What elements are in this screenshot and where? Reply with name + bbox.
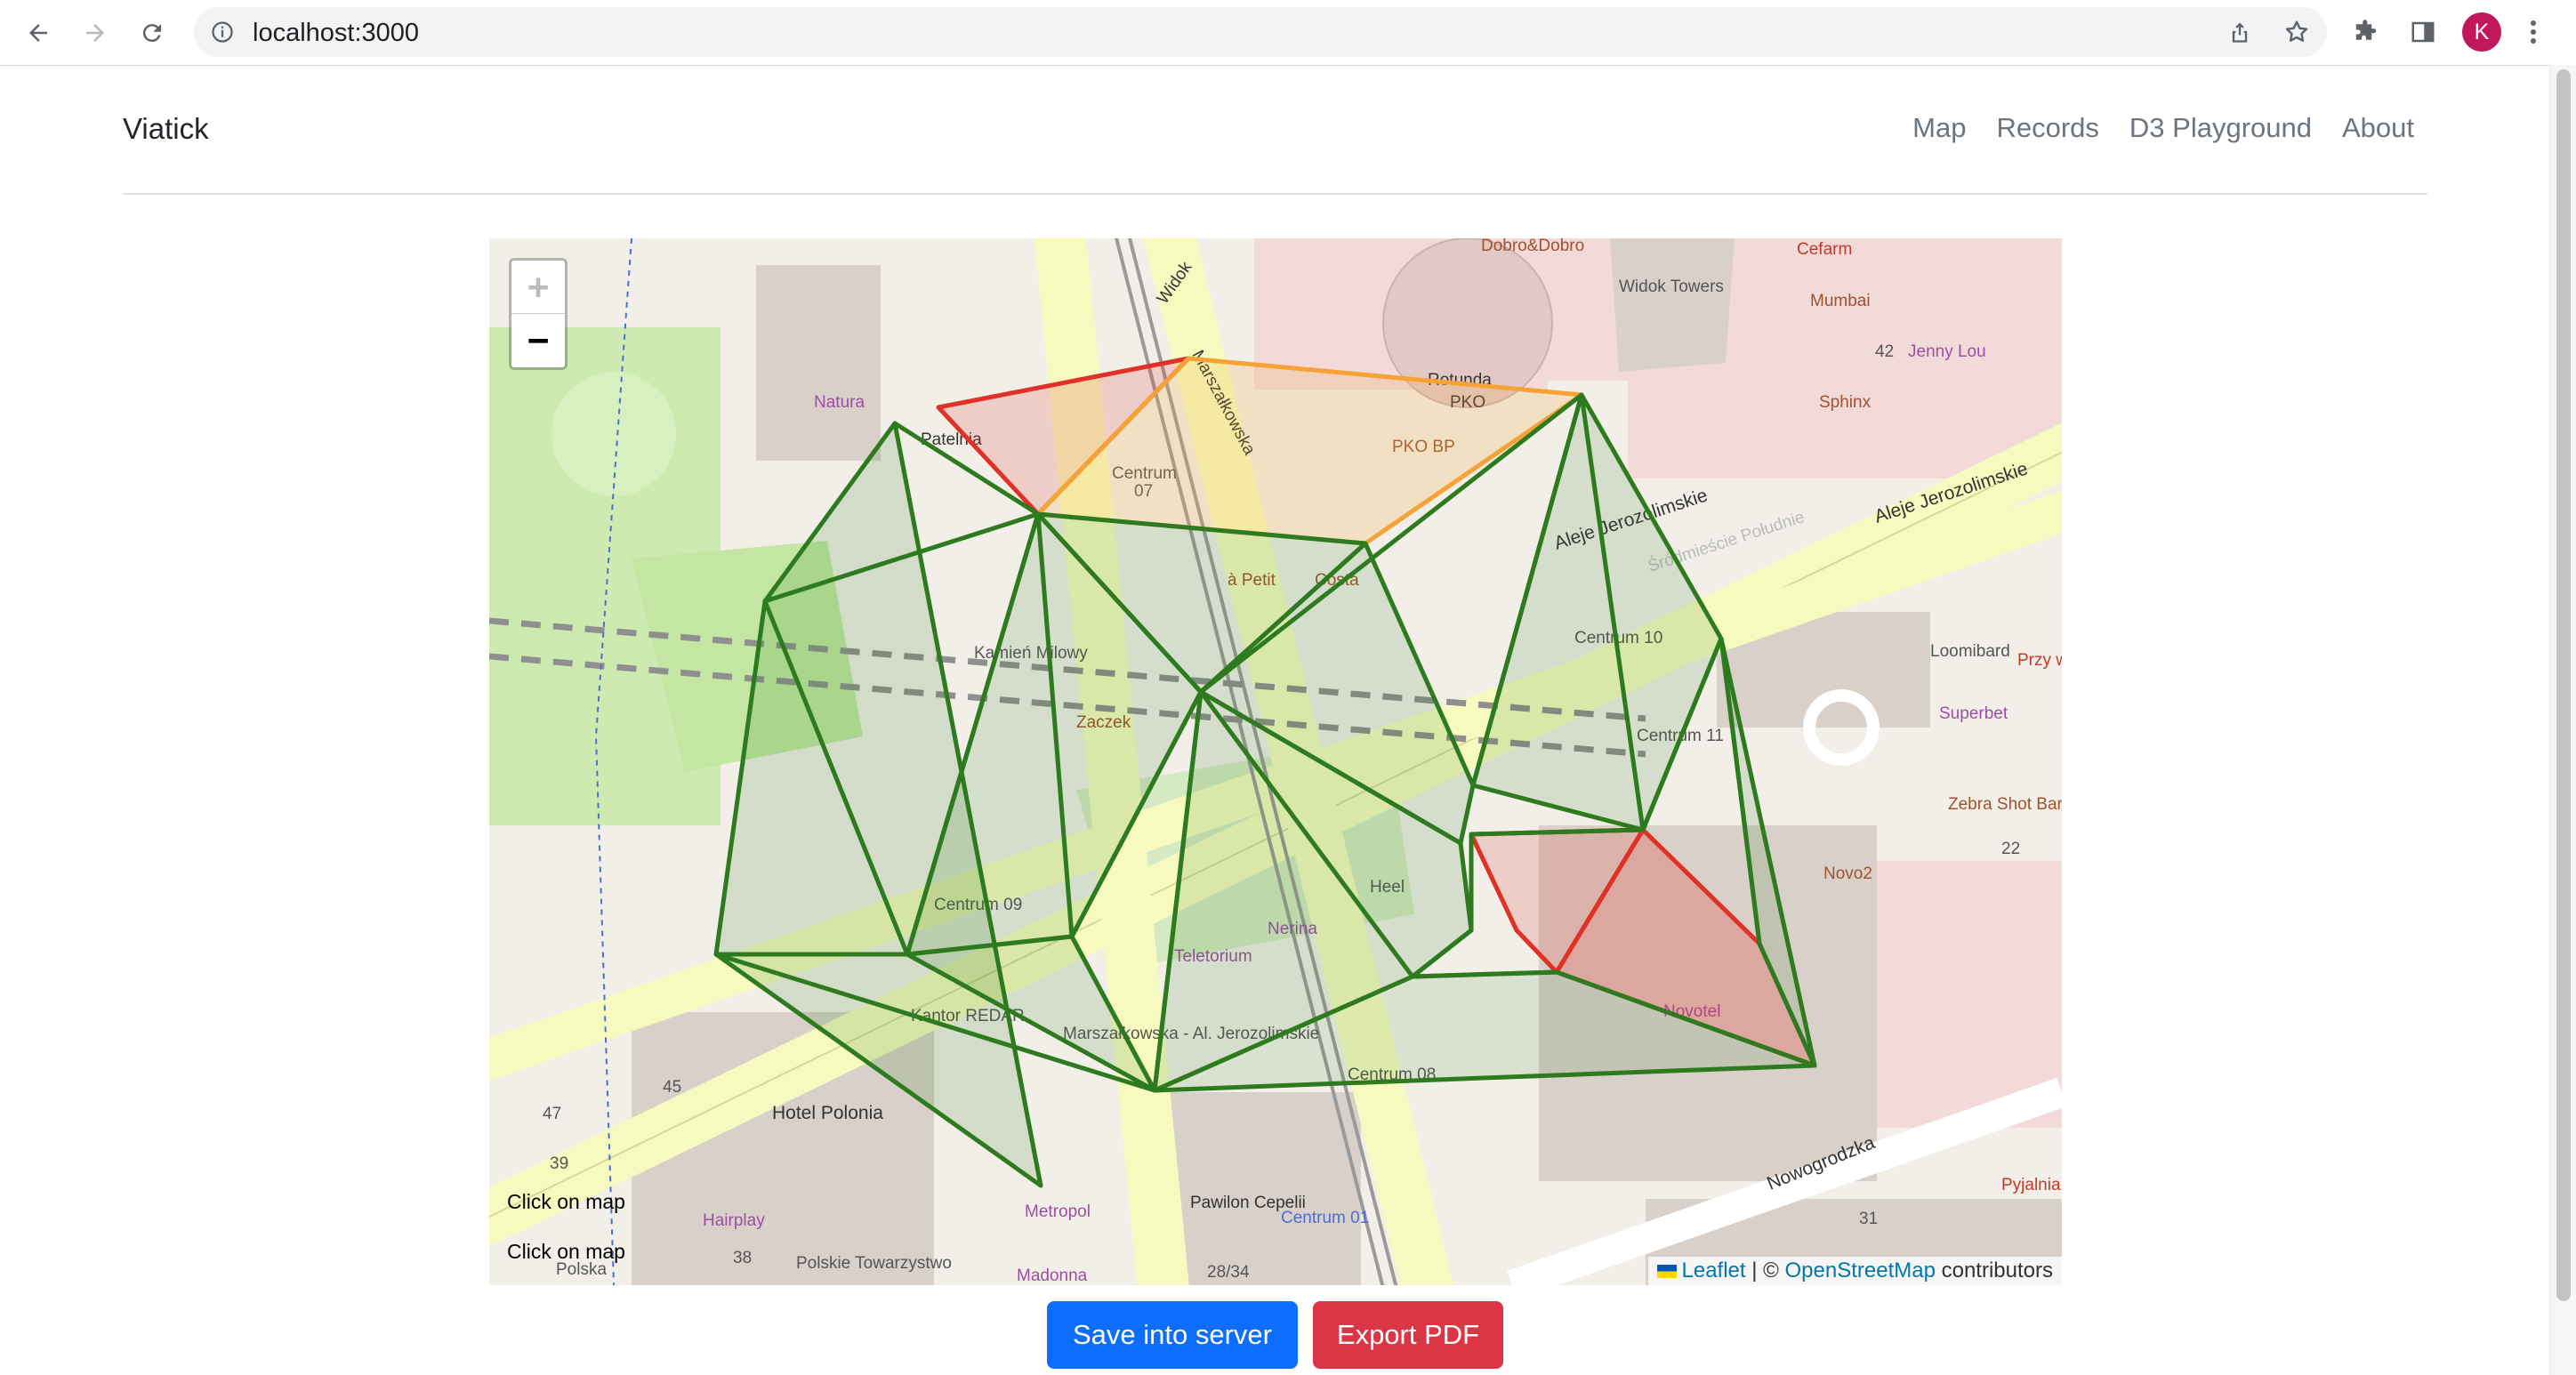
leaflet-map[interactable]: Dobro&Dobro Cefarm Mumbai Widok Towers W… [489, 238, 2062, 1285]
openstreetmap-link[interactable]: OpenStreetMap [1785, 1258, 1936, 1283]
url-text[interactable]: localhost:3000 [253, 19, 419, 48]
map-label: Pyjalnia Wódki i Piwa [2001, 1176, 2062, 1194]
zoom-in-button[interactable]: + [511, 261, 565, 314]
nav-link-d3-playground[interactable]: D3 Playground [2129, 112, 2312, 144]
map-label: 42 [1875, 342, 1894, 361]
map-label: Polskie Towarzystwo [796, 1254, 952, 1273]
kebab-menu-icon[interactable] [2521, 12, 2546, 52]
nav-link-about[interactable]: About [2342, 112, 2414, 144]
map-label: Madonna [1017, 1266, 1088, 1285]
map-click-note: Click on map [507, 1240, 625, 1263]
nav-link-map[interactable]: Map [1912, 112, 1966, 144]
nav-link-records[interactable]: Records [1996, 112, 2098, 144]
save-into-server-button[interactable]: Save into server [1047, 1301, 1298, 1369]
side-panel-icon[interactable] [2403, 12, 2443, 52]
brand-logo[interactable]: Viatick [123, 112, 209, 146]
map-click-note: Click on map [507, 1190, 625, 1213]
map-label: Natura [814, 393, 865, 412]
main-nav: Map Records D3 Playground About [1882, 112, 2414, 144]
map-building-natura [756, 265, 881, 461]
browser-toolbar: localhost:3000 K [0, 0, 2576, 66]
back-icon[interactable] [18, 12, 59, 53]
map-label: Superbet [1939, 704, 2008, 723]
page-scrollbar[interactable] [2549, 65, 2576, 1375]
map-label: Widok Towers [1619, 277, 1724, 296]
map-canvas[interactable]: Dobro&Dobro Cefarm Mumbai Widok Towers W… [489, 238, 2062, 1285]
map-label: Sphinx [1819, 393, 1872, 412]
map-label: Centrum 01 [1281, 1209, 1369, 1227]
map-label: Zebra Shot Bar [1948, 795, 2062, 814]
leaflet-link[interactable]: Leaflet [1682, 1258, 1746, 1283]
map-label: Jenny Lou [1908, 342, 1986, 361]
scrollbar-thumb[interactable] [2556, 69, 2571, 1301]
map-label: Dobro&Dobro [1481, 238, 1584, 255]
map-label: 45 [663, 1078, 681, 1097]
map-label: Novo2 [1823, 864, 1872, 883]
reload-icon[interactable] [132, 12, 173, 53]
map-label: 38 [733, 1249, 752, 1267]
map-label: Cefarm [1797, 240, 1852, 259]
map-label: 47 [543, 1105, 561, 1123]
map-label: Hotel Polonia [772, 1103, 883, 1123]
extensions-icon[interactable] [2347, 12, 2386, 52]
map-label: 28/34 [1207, 1263, 1250, 1282]
star-icon[interactable] [2277, 12, 2316, 52]
map-label: 39 [550, 1154, 568, 1173]
zoom-out-button[interactable]: − [511, 314, 565, 366]
map-label: Mumbai [1810, 292, 1871, 310]
share-icon[interactable] [2220, 12, 2259, 52]
map-label: 22 [2001, 840, 2020, 858]
attribution-separator: | © [1751, 1258, 1779, 1283]
map-attribution: Leaflet | © OpenStreetMap contributors [1647, 1257, 2062, 1285]
export-pdf-button[interactable]: Export PDF [1313, 1301, 1503, 1369]
map-label: Loomibard [1930, 642, 2010, 661]
map-label: Hairplay [703, 1211, 765, 1230]
map-label: Metropol [1025, 1202, 1091, 1221]
info-icon[interactable] [210, 20, 235, 44]
profile-avatar[interactable]: K [2462, 12, 2501, 52]
forward-icon[interactable] [75, 12, 116, 53]
map-label: 31 [1859, 1210, 1878, 1228]
ukraine-flag-icon [1656, 1265, 1677, 1279]
map-label: Przy weterynarz [2017, 651, 2062, 670]
navbar-divider [123, 193, 2427, 195]
address-bar[interactable]: localhost:3000 [194, 7, 2327, 57]
attribution-suffix: contributors [1941, 1258, 2053, 1283]
map-building-widok-towers [1610, 238, 1735, 372]
zoom-control: + − [509, 258, 568, 370]
